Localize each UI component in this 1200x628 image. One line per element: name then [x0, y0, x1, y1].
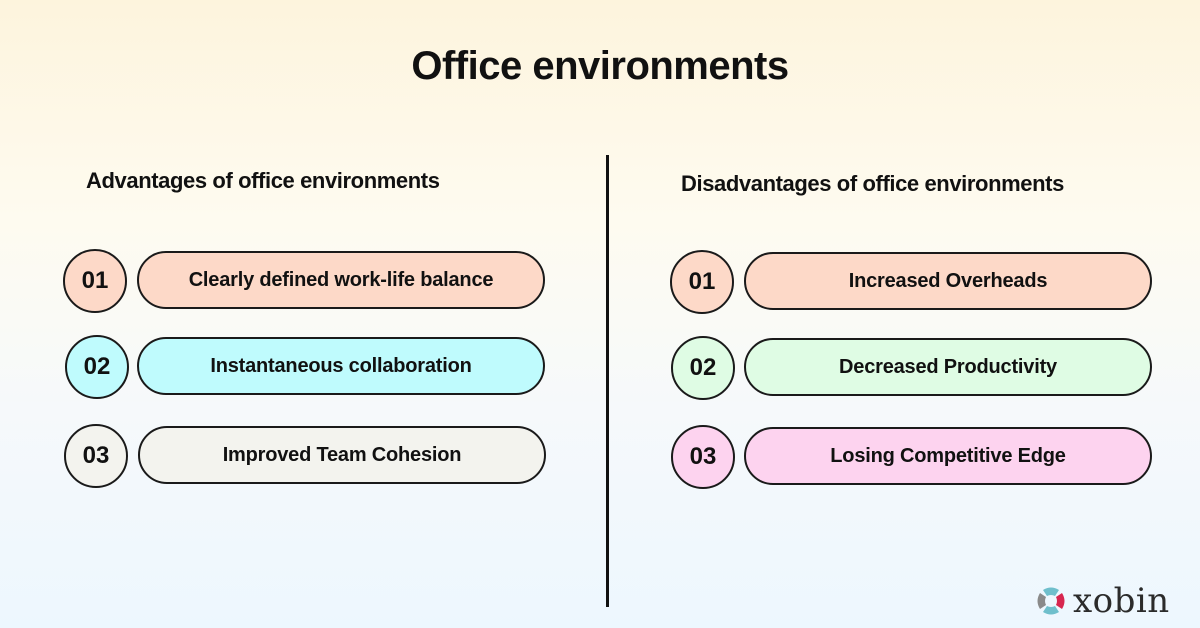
- item-label-pill: Decreased Productivity: [744, 338, 1152, 396]
- item-number-badge: 02: [671, 336, 735, 400]
- item-label-pill: Losing Competitive Edge: [744, 427, 1152, 485]
- item-number-badge: 03: [64, 424, 128, 488]
- xobin-logo-icon: [1037, 587, 1065, 615]
- disadvantages-heading: Disadvantages of office environments: [681, 171, 1064, 196]
- item-number-badge: 01: [63, 249, 127, 313]
- item-label-pill: Instantaneous collaboration: [137, 337, 545, 395]
- advantages-heading: Advantages of office environments: [86, 168, 440, 193]
- item-number-badge: 03: [671, 425, 735, 489]
- page-title: Office environments: [411, 44, 789, 88]
- item-number-badge: 01: [670, 250, 734, 314]
- column-divider: [606, 155, 609, 607]
- item-label-pill: Improved Team Cohesion: [138, 426, 546, 484]
- xobin-logo: xobin: [1035, 584, 1170, 618]
- brand-name: xobin: [1073, 581, 1170, 621]
- item-label-pill: Increased Overheads: [744, 252, 1152, 310]
- item-label-pill: Clearly defined work-life balance: [137, 251, 545, 309]
- item-number-badge: 02: [65, 335, 129, 399]
